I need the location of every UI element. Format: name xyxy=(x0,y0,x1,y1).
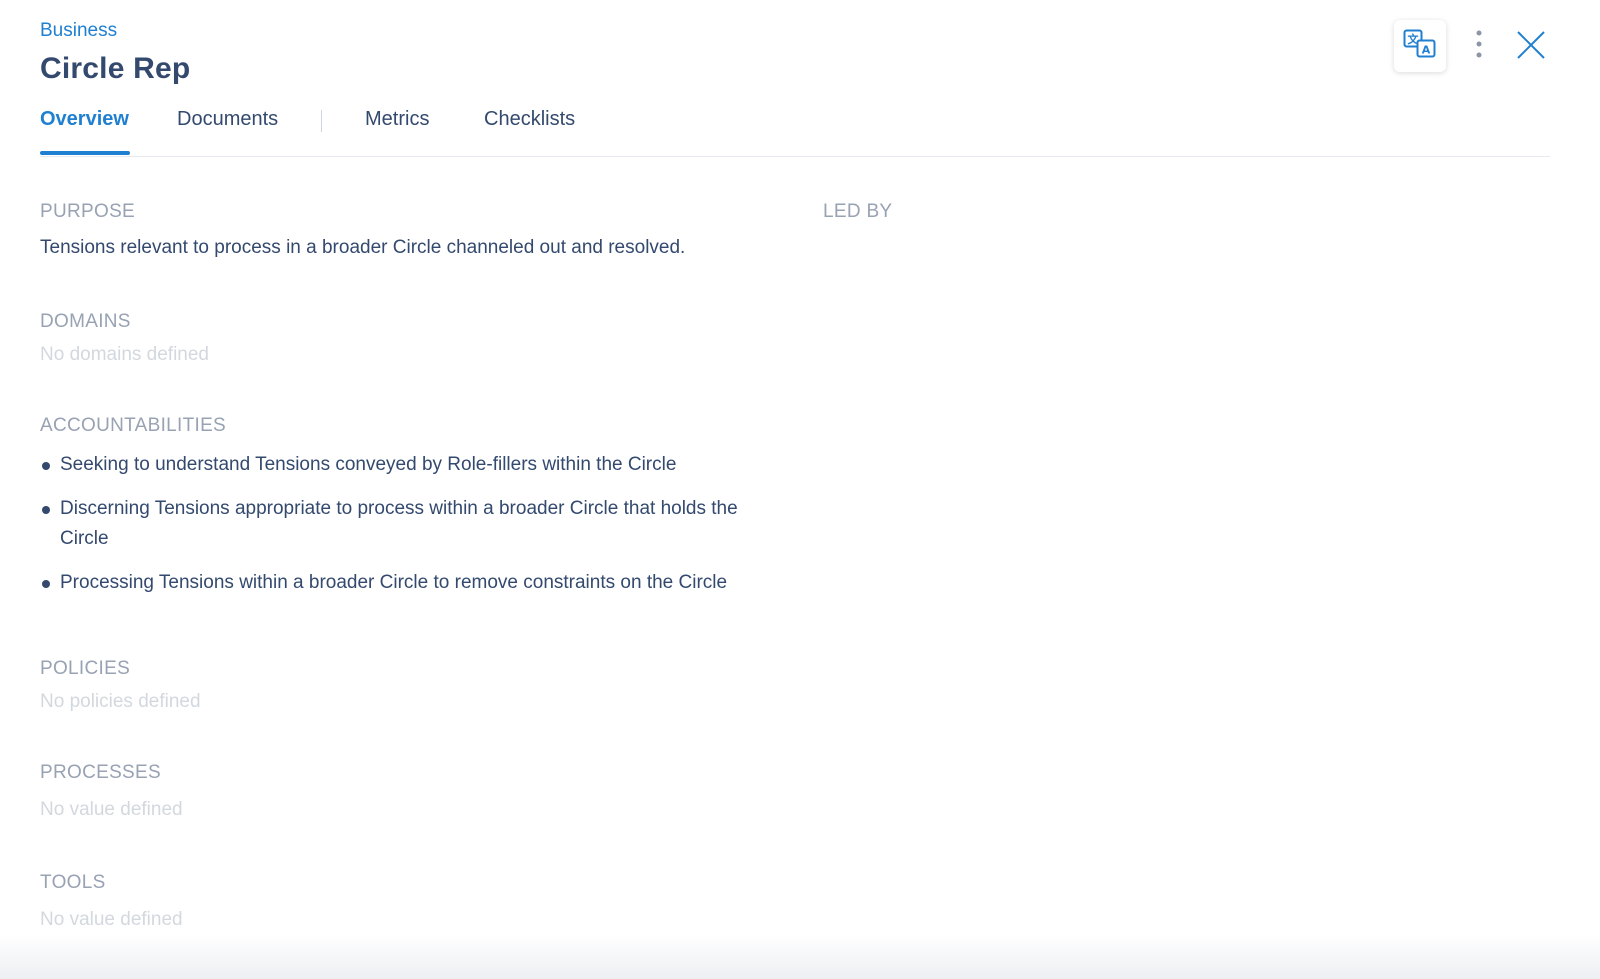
tab-overview[interactable]: Overview xyxy=(40,108,129,131)
accountabilities-list: Seeking to understand Tensions conveyed … xyxy=(40,450,780,612)
close-icon xyxy=(1516,30,1546,65)
purpose-text: Tensions relevant to process in a broade… xyxy=(40,237,686,258)
accountabilities-label: ACCOUNTABILITIES xyxy=(40,415,227,436)
purpose-label: PURPOSE xyxy=(40,201,136,222)
accountability-text: Discerning Tensions appropriate to proce… xyxy=(60,498,738,549)
role-detail-panel: Business Circle Rep 文 A Overview Documen… xyxy=(0,0,1600,979)
processes-label: PROCESSES xyxy=(40,762,161,783)
tools-label: TOOLS xyxy=(40,872,106,893)
domains-label: DOMAINS xyxy=(40,311,131,332)
close-button[interactable] xyxy=(1514,30,1548,64)
processes-empty-text: No value defined xyxy=(40,799,183,820)
tab-documents[interactable]: Documents xyxy=(177,108,278,131)
header-actions: 文 A xyxy=(1380,20,1600,74)
accountability-text: Processing Tensions within a broader Cir… xyxy=(60,572,728,593)
more-options-button[interactable] xyxy=(1464,26,1494,66)
page-title: Circle Rep xyxy=(40,52,191,85)
translate-button[interactable]: 文 A xyxy=(1394,20,1446,72)
breadcrumb-business-link[interactable]: Business xyxy=(40,20,117,42)
active-tab-indicator xyxy=(40,151,130,155)
tab-metrics[interactable]: Metrics xyxy=(365,108,429,131)
svg-text:A: A xyxy=(1422,43,1431,56)
accountability-text: Seeking to understand Tensions conveyed … xyxy=(60,454,677,475)
tab-checklists[interactable]: Checklists xyxy=(484,108,575,131)
bullet-icon xyxy=(42,462,50,470)
bullet-icon xyxy=(42,506,50,514)
tab-divider xyxy=(321,110,322,132)
list-item: Processing Tensions within a broader Cir… xyxy=(40,568,780,598)
more-vertical-icon xyxy=(1476,30,1482,63)
tab-bar: Overview Documents Metrics Checklists xyxy=(40,100,1550,157)
tools-empty-text: No value defined xyxy=(40,909,183,930)
policies-empty-text: No policies defined xyxy=(40,691,201,712)
policies-label: POLICIES xyxy=(40,658,131,679)
list-item: Seeking to understand Tensions conveyed … xyxy=(40,450,780,480)
led-by-label: LED BY xyxy=(823,201,893,222)
bullet-icon xyxy=(42,580,50,588)
translate-icon: 文 A xyxy=(1403,29,1437,64)
list-item: Discerning Tensions appropriate to proce… xyxy=(40,494,780,554)
domains-empty-text: No domains defined xyxy=(40,344,209,365)
bottom-fade xyxy=(0,935,1600,979)
